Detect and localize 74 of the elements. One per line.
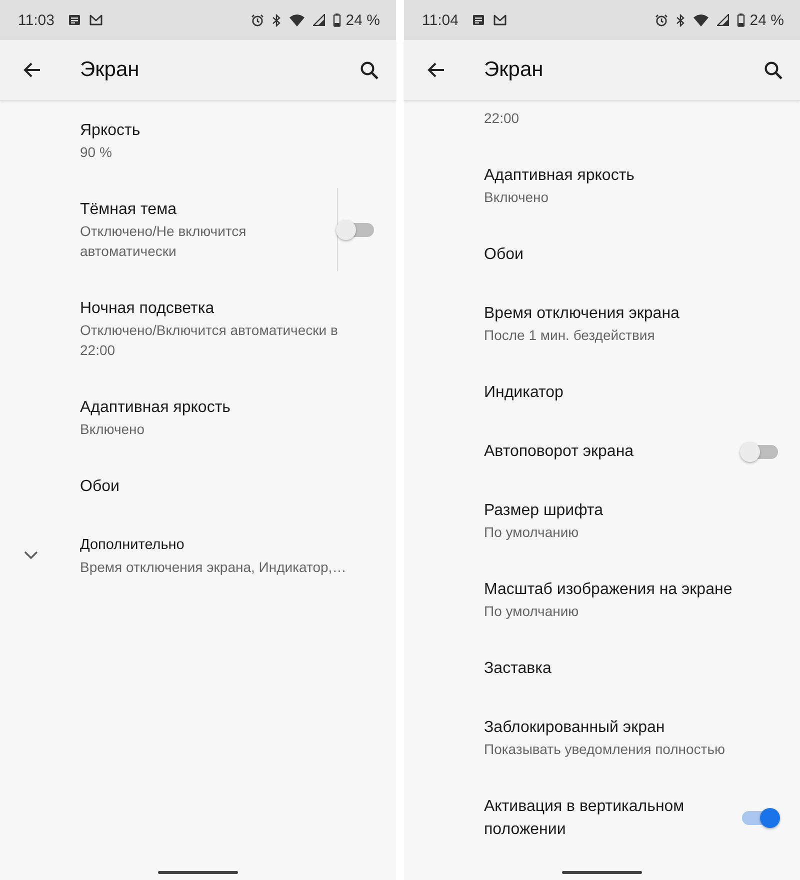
settings-item[interactable]: 22:00 <box>404 101 800 146</box>
setting-title: Обои <box>80 477 120 497</box>
setting-title: Заблокированный экран <box>484 718 666 738</box>
settings-item[interactable]: Заставка <box>404 639 800 698</box>
screen-title: Экран <box>484 58 544 82</box>
setting-title: Размер шрифта <box>484 501 604 521</box>
setting-summary: Показывать уведомления полностью <box>484 740 726 759</box>
setting-title: Ночная подсветка <box>80 299 216 319</box>
setting-title: Активация в вертикальном положении <box>484 797 686 840</box>
settings-item[interactable]: Индикатор <box>404 363 800 422</box>
setting-summary: Отключено/Не включится автоматически <box>80 222 248 261</box>
setting-title: Время отключения экрана <box>484 304 680 324</box>
setting-title: Индикатор <box>484 383 564 403</box>
toggle-switch[interactable] <box>742 444 778 458</box>
setting-summary: Включено <box>80 420 146 439</box>
battery-level: 24 % <box>346 12 380 28</box>
wifi-icon <box>288 14 305 26</box>
setting-summary: По умолчанию <box>484 523 580 542</box>
settings-item[interactable]: Заблокированный экран Показывать уведомления полностью <box>404 698 800 777</box>
setting-title: Масштаб изображения на экране <box>484 580 734 600</box>
mail-icon <box>493 14 508 26</box>
screen-title: Экран <box>80 58 140 82</box>
settings-item[interactable]: Дополнительно Время отключения экрана, Индикатор,… <box>0 516 396 595</box>
settings-item[interactable]: Активация в вертикальном положении <box>404 777 800 859</box>
news-icon <box>68 14 82 26</box>
toggle-switch[interactable] <box>338 222 374 236</box>
settings-item[interactable]: Масштаб изображения на экране По умолчанию <box>404 560 800 639</box>
search-icon[interactable] <box>360 60 379 80</box>
bluetooth-icon <box>676 14 685 26</box>
setting-title: Адаптивная яркость <box>80 398 232 418</box>
setting-title: Адаптивная яркость <box>484 166 636 186</box>
setting-summary: Отключено/Включится автоматически в 22:00 <box>80 321 339 360</box>
settings-item[interactable]: Размер шрифта По умолчанию <box>404 481 800 560</box>
chevron-down-icon <box>24 551 38 560</box>
setting-summary: Время отключения экрана, Индикатор,… <box>80 558 348 577</box>
back-icon[interactable] <box>427 62 445 78</box>
navigation-handle[interactable] <box>562 871 642 874</box>
settings-item[interactable]: Обои <box>0 457 396 516</box>
settings-item[interactable]: Обои <box>404 225 800 284</box>
wifi-icon <box>692 14 709 26</box>
setting-title: Тёмная тема <box>80 200 178 220</box>
settings-item[interactable]: Адаптивная яркость Включено <box>404 146 800 225</box>
signal-icon <box>312 14 325 26</box>
signal-icon <box>716 14 729 26</box>
setting-summary: По умолчанию <box>484 602 580 621</box>
battery-level: 24 % <box>750 12 784 28</box>
settings-item[interactable]: Яркость 90 % <box>0 101 396 180</box>
setting-title: Дополнительно <box>80 536 186 555</box>
settings-item[interactable]: Ночная подсветка Отключено/Включится автоматически в 22:00 <box>0 279 396 378</box>
settings-item[interactable]: Адаптивная яркость Включено <box>0 378 396 457</box>
status-time: 11:04 <box>422 12 458 28</box>
setting-title: Автоповорот экрана <box>484 442 635 462</box>
setting-title: Яркость <box>80 121 142 141</box>
settings-item[interactable]: Тёмная тема Отключено/Не включится автоматически <box>0 180 396 279</box>
alarm-icon <box>654 14 668 26</box>
setting-summary: Включено <box>484 188 550 207</box>
status-time: 11:03 <box>18 12 54 28</box>
bluetooth-icon <box>272 14 281 26</box>
search-icon[interactable] <box>764 60 783 80</box>
setting-summary: 90 % <box>80 143 113 162</box>
back-icon[interactable] <box>23 62 41 78</box>
settings-item[interactable]: Время отключения экрана После 1 мин. бездействия <box>404 284 800 363</box>
navigation-handle[interactable] <box>158 871 238 874</box>
battery-icon <box>332 13 341 27</box>
setting-summary: 22:00 <box>484 109 520 128</box>
setting-title: Обои <box>484 245 524 265</box>
mail-icon <box>89 14 104 26</box>
battery-icon <box>736 13 745 27</box>
settings-item[interactable]: Автоповорот экрана <box>404 422 800 481</box>
toggle-switch[interactable] <box>742 811 778 825</box>
setting-title: Заставка <box>484 659 552 679</box>
news-icon <box>472 14 486 26</box>
alarm-icon <box>250 14 264 26</box>
setting-summary: После 1 мин. бездействия <box>484 326 656 345</box>
